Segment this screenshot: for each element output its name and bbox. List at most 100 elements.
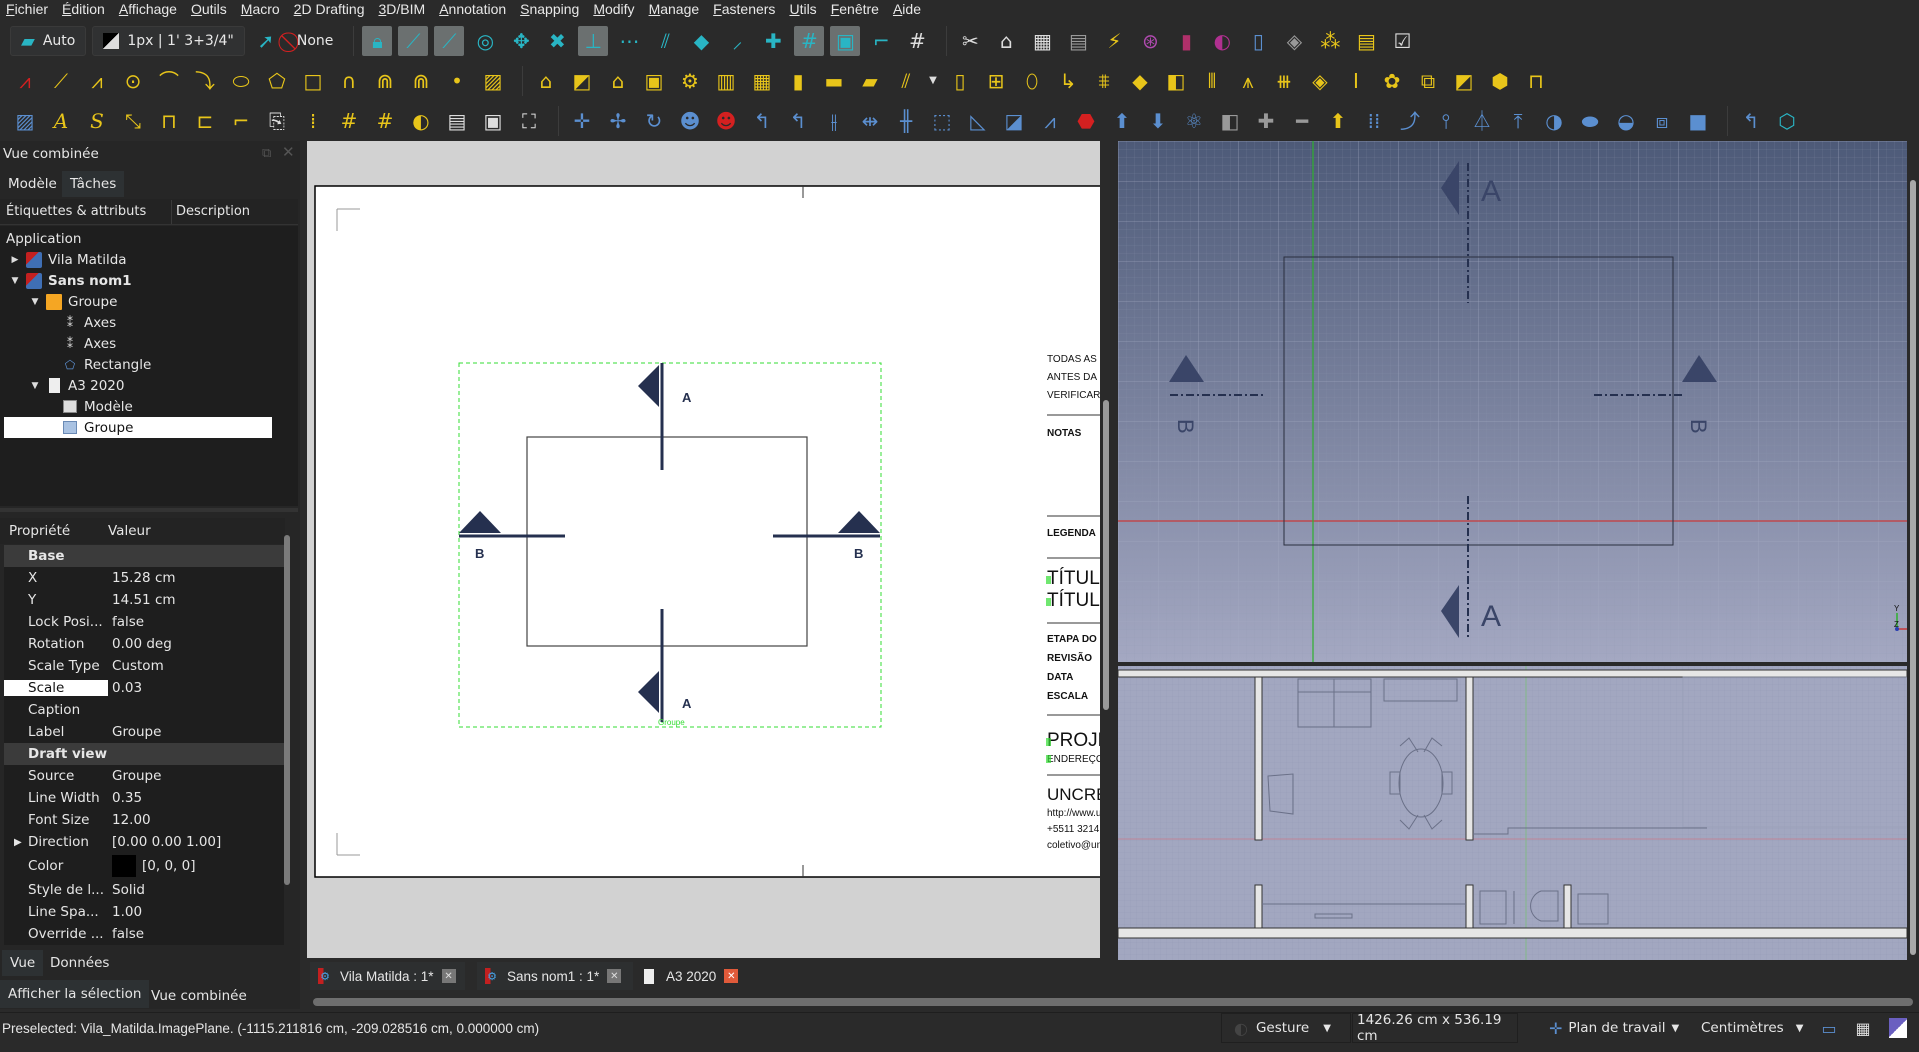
column-button[interactable]: ▮: [783, 66, 813, 96]
close-tab-icon[interactable]: ✕: [441, 969, 456, 983]
slab2-button[interactable]: ▰: [855, 66, 885, 96]
polyline-button[interactable]: ⩘: [82, 66, 112, 96]
property-row-caption[interactable]: Caption: [4, 699, 284, 721]
polygon-button[interactable]: ⬠: [262, 66, 292, 96]
building-button[interactable]: ⌂: [603, 66, 633, 96]
tree-item-vila-matilda[interactable]: ▶ Vila Matilda: [8, 249, 278, 270]
property-group-base[interactable]: Base: [4, 545, 284, 567]
extrude-button[interactable]: ⬆: [1323, 106, 1353, 136]
reference-button[interactable]: ⧉: [1413, 66, 1443, 96]
dimension-button[interactable]: ⊓: [154, 106, 184, 136]
axis-system-button[interactable]: #: [334, 106, 364, 136]
survey-button[interactable]: ⚡︎: [1099, 26, 1129, 56]
bspline-button[interactable]: ∩: [334, 66, 364, 96]
snap-angle-button[interactable]: ✥: [506, 26, 536, 56]
cubic-bezier-button[interactable]: ⋒: [370, 66, 400, 96]
property-value[interactable]: [0.00 0.00 1.00]: [108, 834, 221, 850]
wall-button[interactable]: ▥: [711, 66, 741, 96]
menu-fichier[interactable]: Fichier: [6, 1, 48, 17]
property-scrollbar[interactable]: [284, 535, 290, 885]
tree-column-labels[interactable]: Étiquettes & attributs: [6, 204, 146, 219]
rebar-button[interactable]: ⫽: [891, 66, 921, 96]
scale-button[interactable]: ⬚: [927, 106, 957, 136]
door-button[interactable]: ▯: [945, 66, 975, 96]
structure-button[interactable]: ◩: [567, 66, 597, 96]
circle-button[interactable]: ⊙: [118, 66, 148, 96]
fullscreen-button[interactable]: ⛶: [514, 106, 544, 136]
arc-3pt-button[interactable]: ⤵: [190, 66, 220, 96]
property-row-source[interactable]: Source Groupe: [4, 765, 284, 787]
tree-item-groupe-view[interactable]: Groupe: [4, 417, 272, 438]
panel-splitter[interactable]: [0, 508, 298, 512]
property-value[interactable]: 0.00 deg: [108, 636, 172, 652]
ifc-properties-button[interactable]: ◐: [1207, 26, 1237, 56]
section-plane-button[interactable]: ◐: [406, 106, 436, 136]
menu-utils[interactable]: Utils: [789, 1, 816, 17]
tree-item-groupe[interactable]: ▼ Groupe: [28, 291, 298, 312]
float-panel-icon[interactable]: ⧉: [262, 146, 271, 161]
boolean-cut-button[interactable]: ◑: [1539, 106, 1569, 136]
menu-snapping[interactable]: Snapping: [520, 1, 579, 17]
menu-aide[interactable]: Aide: [893, 1, 921, 17]
navigation-style-dropdown[interactable]: ◐ Gesture ▼: [1221, 1013, 1351, 1043]
expand-arrow-icon[interactable]: ▶: [8, 255, 22, 265]
collapse-arrow-icon[interactable]: ▼: [28, 297, 42, 307]
axis-button[interactable]: ⬢: [1485, 66, 1515, 96]
property-value[interactable]: Groupe: [108, 768, 161, 784]
property-value[interactable]: Custom: [108, 658, 164, 674]
snap-perpendicular-button[interactable]: ⊥: [578, 26, 609, 56]
panel-button[interactable]: ◧: [1161, 66, 1191, 96]
image-button[interactable]: ▨: [10, 106, 40, 136]
boolean-union-button[interactable]: ⬬: [1575, 106, 1605, 136]
ifc-explorer-button[interactable]: ⊛: [1135, 26, 1165, 56]
snap-midpoint-button[interactable]: ⟋: [434, 26, 465, 56]
label-button[interactable]: ⤡: [118, 106, 148, 136]
snap-near-button[interactable]: ⸝: [722, 26, 752, 56]
frame-button[interactable]: ⫴: [1197, 66, 1227, 96]
schedule-button[interactable]: ▤: [1351, 26, 1381, 56]
hatch-button[interactable]: ▨: [478, 66, 508, 96]
property-row-override[interactable]: Override ... false: [4, 923, 284, 945]
site-button[interactable]: ⌂: [531, 66, 561, 96]
property-value[interactable]: 15.28 cm: [108, 570, 176, 586]
grid-toggle-button[interactable]: ▦: [1852, 1013, 1874, 1043]
bezier-button[interactable]: ⋒: [406, 66, 436, 96]
tree-item-a3-2020[interactable]: ▼ A3 2020: [28, 375, 298, 396]
doc-tab-sans-nom1[interactable]: ⚙ Sans nom1 : 1* ✕: [477, 962, 633, 990]
property-row-y[interactable]: Y 14.51 cm: [4, 589, 284, 611]
snap-parallel-button[interactable]: ⫽: [650, 26, 680, 56]
window-button[interactable]: ⊞: [981, 66, 1011, 96]
downgrade-button[interactable]: ⬇: [1143, 106, 1173, 136]
space-button[interactable]: ◩: [1449, 66, 1479, 96]
3d-view-floorplan[interactable]: [1118, 666, 1907, 960]
truss-button[interactable]: ⩚: [1233, 66, 1263, 96]
snap-ortho-button[interactable]: ✚: [758, 26, 788, 56]
ellipse-button[interactable]: ⬭: [226, 66, 256, 96]
ifc-doors-button[interactable]: ▯: [1243, 26, 1273, 56]
bim-house-button[interactable]: ⌂: [991, 26, 1021, 56]
split-button[interactable]: ╫: [891, 106, 921, 136]
menu-fasteners[interactable]: Fasteners: [713, 1, 775, 17]
snap-special-button[interactable]: ◆: [686, 26, 716, 56]
3d-view-scrollbar[interactable]: [1910, 180, 1916, 955]
property-row-font-size[interactable]: Font Size 12.00: [4, 809, 284, 831]
collapse-arrow-icon[interactable]: ▼: [8, 276, 22, 286]
views-button[interactable]: ▤: [1063, 26, 1093, 56]
wire-to-spline-button[interactable]: ⩘: [1035, 106, 1065, 136]
property-row-label[interactable]: Label Groupe: [4, 721, 284, 743]
tree-item-application[interactable]: Application: [6, 228, 276, 249]
menu-edition[interactable]: Édition: [62, 1, 105, 17]
rotate-button[interactable]: ↻: [639, 106, 669, 136]
snap-extension-button[interactable]: ⋯: [614, 26, 644, 56]
grid-tool-button[interactable]: #: [370, 106, 400, 136]
offset-button[interactable]: ↰: [747, 106, 777, 136]
property-value[interactable]: [0, 0, 0]: [142, 858, 195, 874]
menu-3d-bim[interactable]: 3D/BIM: [379, 1, 426, 17]
menu-fenetre[interactable]: Fenêtre: [831, 1, 879, 17]
display-button[interactable]: ▭: [1818, 1013, 1840, 1043]
equipment-button[interactable]: ◈: [1305, 66, 1335, 96]
subtract-button[interactable]: ◧: [1215, 106, 1245, 136]
leader-button[interactable]: ⌐: [226, 106, 256, 136]
mirror-button[interactable]: ⏃: [1467, 106, 1497, 136]
apply-style-button[interactable]: ➚: [251, 26, 281, 56]
